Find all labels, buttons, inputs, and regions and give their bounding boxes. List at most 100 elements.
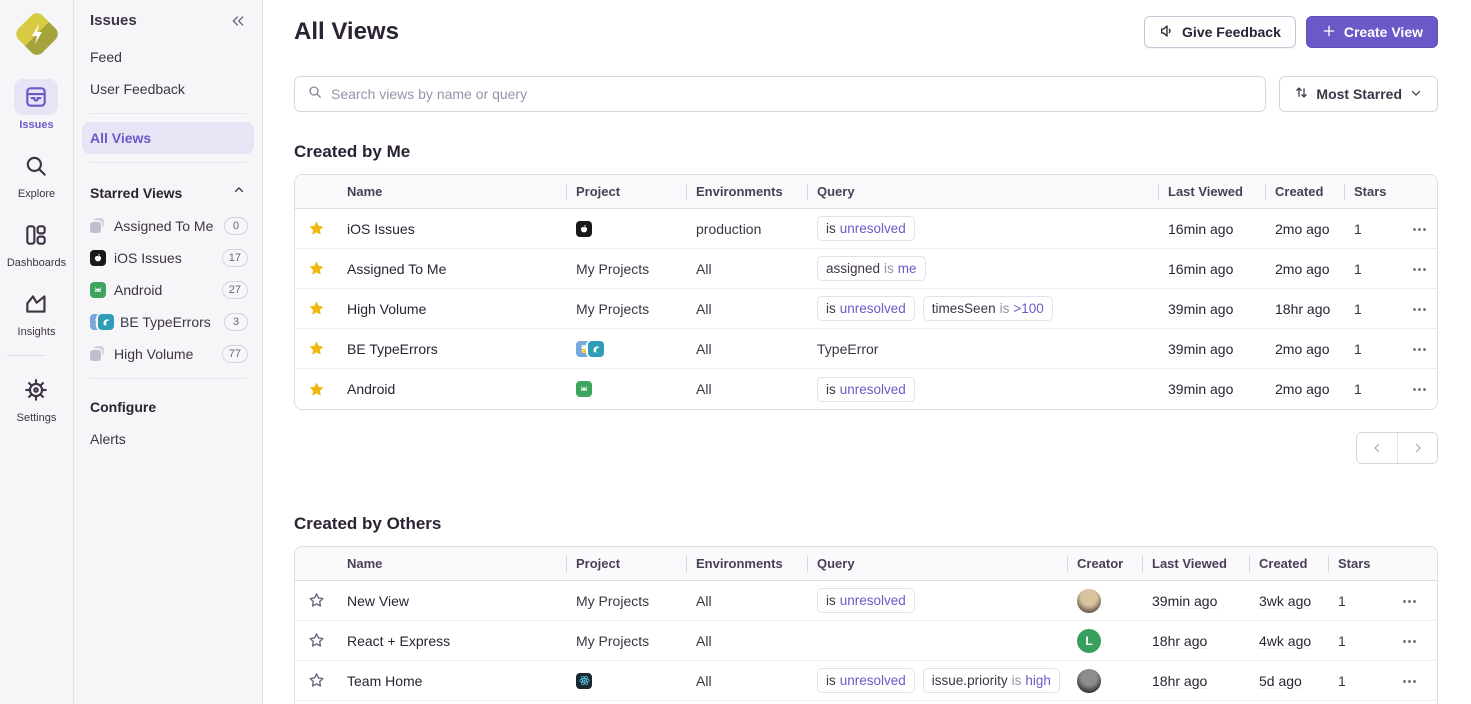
previous-page-button[interactable] [1357, 433, 1397, 463]
row-options-button[interactable]: ⋯ [1406, 216, 1435, 242]
sidebar-item-feed[interactable]: Feed [74, 41, 262, 73]
sort-label: Most Starred [1316, 86, 1402, 102]
star-filled-button[interactable] [306, 218, 327, 239]
seal-project-icon [588, 341, 604, 357]
starred-view-android[interactable]: Android27 [74, 274, 262, 306]
view-name-link[interactable]: iOS Issues [347, 221, 415, 237]
table-row[interactable]: AndroidAllisunresolved39min ago2mo ago1⋯ [295, 369, 1437, 409]
create-view-button[interactable]: Create View [1306, 16, 1438, 48]
row-options-button[interactable]: ⋯ [1406, 256, 1435, 282]
created-by-others-title: Created by Others [294, 514, 1438, 534]
project-cell [566, 381, 686, 397]
starred-view-be-typeerrors[interactable]: BE TypeErrors3 [74, 306, 262, 338]
created-value: 4wk ago [1259, 633, 1311, 649]
created-cell: 5d ago [1249, 673, 1328, 689]
column-header-stars: Stars [1328, 556, 1386, 572]
search-box[interactable] [294, 76, 1266, 112]
created-value: 2mo ago [1275, 341, 1329, 357]
rail-item-explore[interactable]: Explore [7, 148, 66, 200]
starred-view-label: High Volume [114, 346, 214, 362]
pagination [1356, 432, 1438, 464]
collapse-sidebar-button[interactable] [230, 13, 246, 29]
view-name-link[interactable]: New View [347, 593, 409, 609]
last-viewed-cell: 18hr ago [1142, 673, 1249, 689]
table-row[interactable]: iOS Issuesproductionisunresolved16min ag… [295, 209, 1437, 249]
environments-cell: production [686, 221, 807, 237]
view-name-link[interactable]: Team Home [347, 673, 422, 689]
view-name-link[interactable]: Assigned To Me [347, 261, 446, 277]
star-filled-button[interactable] [306, 338, 327, 359]
sidebar-item-user-feedback[interactable]: User Feedback [74, 73, 262, 105]
rail-item-label: Issues [19, 119, 53, 131]
star-filled-button[interactable] [306, 258, 327, 279]
rail-item-insights[interactable]: Insights [7, 286, 66, 338]
table-row[interactable]: New ViewMy ProjectsAllisunresolved39min … [295, 581, 1437, 621]
search-input[interactable] [331, 86, 1253, 102]
chevron-up-icon[interactable] [232, 183, 246, 202]
view-name-link[interactable]: Android [347, 381, 395, 397]
row-options-button[interactable]: ⋯ [1406, 336, 1435, 362]
query-token: is [826, 673, 836, 688]
star-cell [295, 338, 337, 359]
table-body: iOS Issuesproductionisunresolved16min ag… [295, 209, 1437, 409]
query-token: unresolved [840, 593, 906, 608]
stars-count-cell: 1 [1344, 341, 1396, 357]
view-name-link[interactable]: High Volume [347, 301, 426, 317]
megaphone-icon [1159, 23, 1175, 42]
name-cell: React + Express [337, 633, 566, 649]
query-plain-text: TypeError [817, 341, 878, 357]
rail-divider [7, 355, 45, 356]
sidebar-item-all-views[interactable]: All Views [82, 122, 254, 154]
next-page-button[interactable] [1397, 433, 1437, 463]
star-cell [295, 298, 337, 319]
table-row[interactable]: Assigned To MeMy ProjectsAllassignedisme… [295, 249, 1437, 289]
star-outline-button[interactable] [306, 670, 327, 691]
column-header-created: Created [1265, 184, 1344, 200]
table-row[interactable]: High VolumeMy ProjectsAllisunresolvedtim… [295, 289, 1437, 329]
sort-dropdown[interactable]: Most Starred [1279, 76, 1438, 112]
star-filled-button[interactable] [306, 379, 327, 400]
starred-views-header[interactable]: Starred Views [74, 171, 262, 210]
row-options-button[interactable]: ⋯ [1396, 628, 1425, 654]
name-cell: iOS Issues [337, 221, 566, 237]
created-by-me-title: Created by Me [294, 142, 1438, 162]
table-row[interactable]: React + ExpressMy ProjectsAllL18hr ago4w… [295, 621, 1437, 661]
creator-cell: L [1067, 629, 1142, 653]
actions-cell: ⋯ [1396, 216, 1437, 242]
view-name-link[interactable]: React + Express [347, 633, 450, 649]
last-viewed-cell: 16min ago [1158, 261, 1265, 277]
app-root: Issues Explore Dashboards Insights Setti… [0, 0, 1471, 704]
table-row[interactable]: Team HomeAllisunresolvedissue.priorityis… [295, 661, 1437, 701]
star-outline-button[interactable] [306, 630, 327, 651]
last-viewed-value: 39min ago [1152, 593, 1217, 609]
column-header-environments: Environments [686, 184, 807, 200]
starred-view-ios-issues[interactable]: iOS Issues17 [74, 242, 262, 274]
rail-item-issues[interactable]: Issues [7, 79, 66, 131]
issues-icon [14, 79, 58, 115]
star-cell [295, 379, 337, 400]
view-name-link[interactable]: BE TypeErrors [347, 341, 438, 357]
rail-item-settings[interactable]: Settings [7, 372, 66, 424]
star-outline-button[interactable] [306, 590, 327, 611]
sidebar-item-alerts[interactable]: Alerts [74, 423, 262, 455]
starred-view-high-volume[interactable]: High Volume77 [74, 338, 262, 370]
row-options-button[interactable]: ⋯ [1406, 296, 1435, 322]
environments-cell: All [686, 341, 807, 357]
row-options-button[interactable]: ⋯ [1396, 668, 1425, 694]
configure-header: Configure [74, 387, 262, 423]
rail-item-dashboards[interactable]: Dashboards [7, 217, 66, 269]
star-filled-button[interactable] [306, 298, 327, 319]
row-options-button[interactable]: ⋯ [1396, 588, 1425, 614]
issues-sidebar-panel: Issues FeedUser Feedback All Views Starr… [74, 0, 263, 704]
query-token: unresolved [840, 673, 906, 688]
issue-count-badge: 3 [224, 313, 248, 331]
column-header-name: Name [337, 184, 566, 200]
give-feedback-button[interactable]: Give Feedback [1144, 16, 1296, 48]
sentry-logo[interactable] [16, 13, 58, 55]
query-token: unresolved [840, 221, 906, 236]
row-options-button[interactable]: ⋯ [1406, 376, 1435, 402]
starred-view-assigned-to-me[interactable]: Assigned To Me0 [74, 210, 262, 242]
table-row[interactable]: BE TypeErrorsAllTypeError39min ago2mo ag… [295, 329, 1437, 369]
issue-count-badge: 17 [222, 249, 248, 267]
created-cell: 2mo ago [1265, 381, 1344, 397]
